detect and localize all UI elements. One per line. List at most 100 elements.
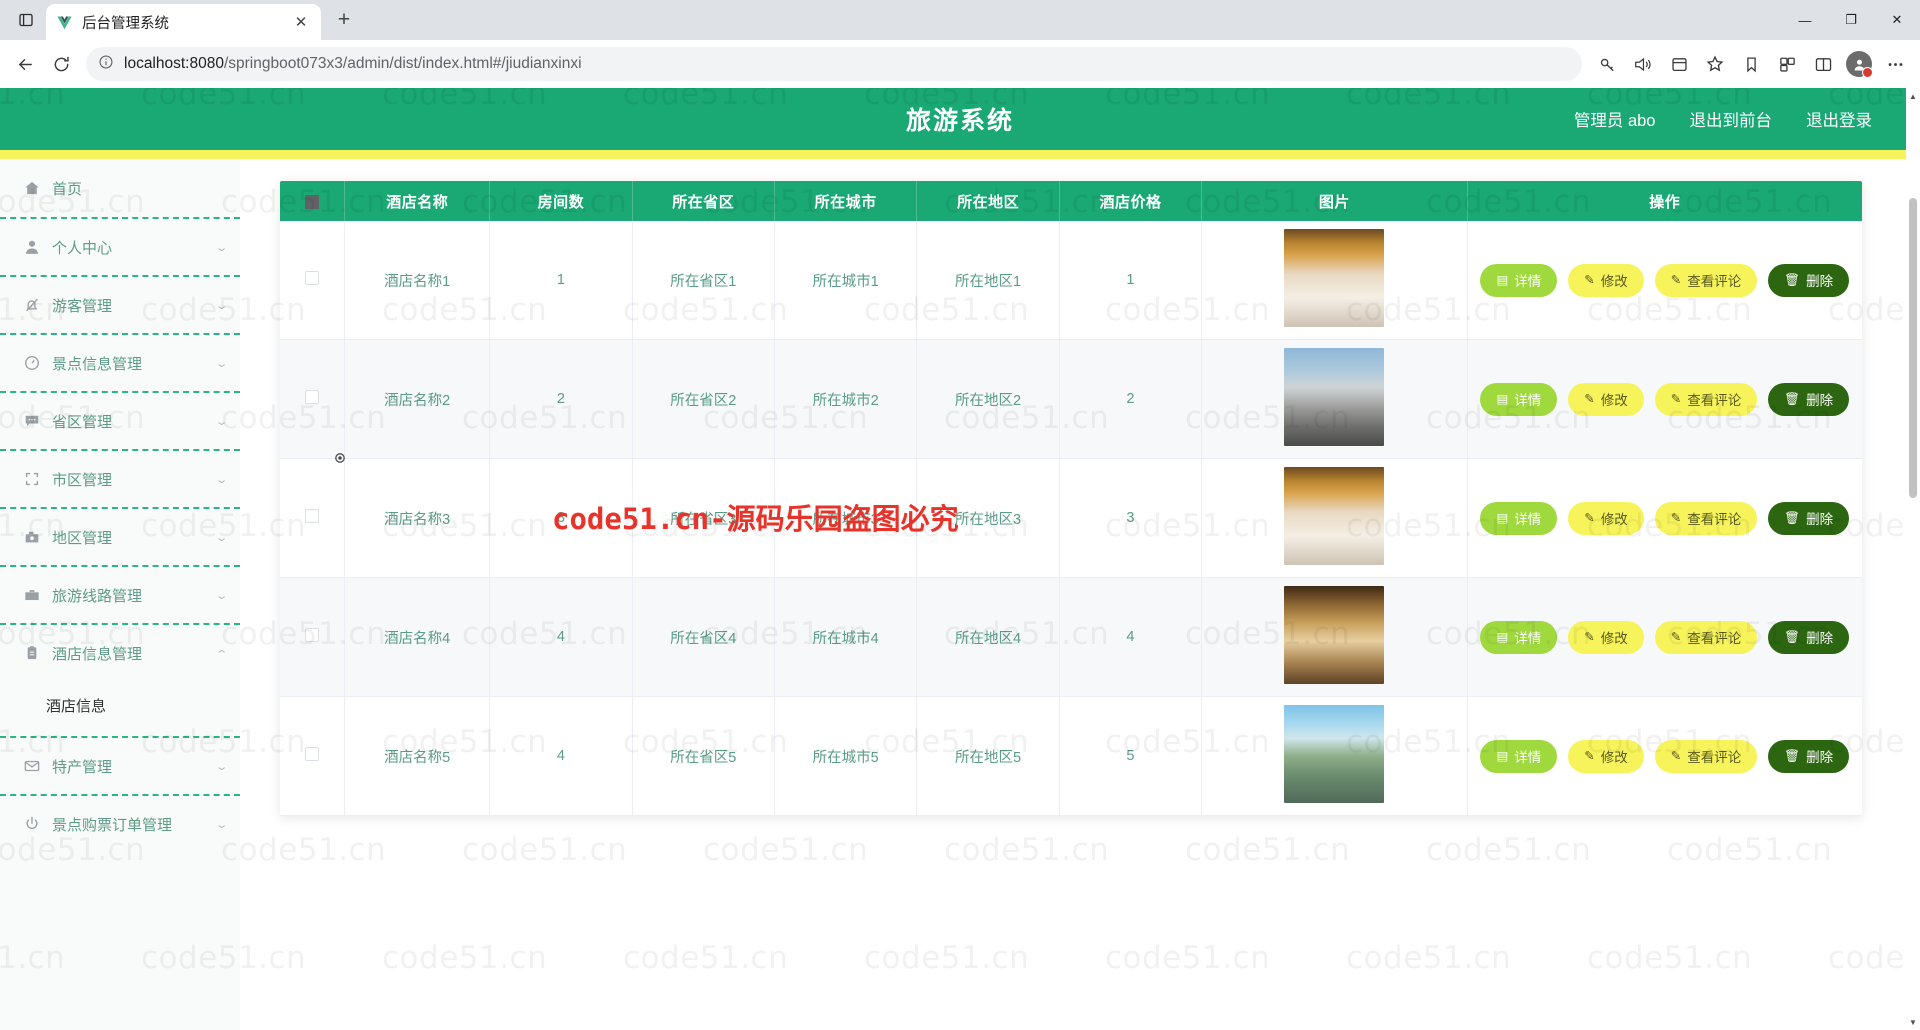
sidebar-item-ticket-orders[interactable]: 景点购票订单管理 ⌄ — [0, 794, 240, 852]
comment-button[interactable]: ✎ 查看评论 — [1654, 620, 1758, 654]
detail-label: 详情 — [1514, 512, 1542, 527]
chevron-down-icon: ⌄ — [214, 473, 229, 486]
edit-button[interactable]: ✎ 修改 — [1568, 620, 1644, 654]
edit-button[interactable]: ✎ 修改 — [1568, 739, 1644, 773]
read-aloud-icon[interactable] — [1626, 47, 1660, 81]
row-cell-province: 所在省区2 — [632, 339, 775, 459]
delete-button[interactable]: 🗑 删除 — [1768, 263, 1850, 297]
row-cell-district: 所在地区1 — [916, 221, 1060, 340]
detail-button[interactable]: ▤ 详情 — [1480, 382, 1558, 416]
sidebar-subitem-hotel-info[interactable]: 酒店信息 — [46, 695, 240, 716]
delete-button[interactable]: 🗑 删除 — [1768, 501, 1850, 535]
reload-icon[interactable] — [44, 47, 78, 81]
header-logout[interactable]: 退出登录 — [1806, 107, 1872, 131]
sidebar-label-profile: 个人中心 — [52, 239, 113, 257]
sidebar-item-province[interactable]: 省区管理 ⌄ — [0, 391, 240, 449]
hotel-thumbnail-hotel-room-wood-ceiling[interactable] — [1284, 229, 1385, 327]
address-bar[interactable]: localhost:8080/springboot073x3/admin/dis… — [86, 47, 1582, 81]
edit-button[interactable]: ✎ 修改 — [1568, 501, 1644, 535]
key-icon[interactable] — [1590, 47, 1624, 81]
row-select-cell[interactable] — [280, 458, 346, 578]
profile-avatar-icon[interactable] — [1842, 47, 1876, 81]
maximize-icon[interactable]: ❐ — [1828, 0, 1874, 40]
hotel-thumbnail-hotel-building-exterior[interactable] — [1284, 348, 1385, 446]
settings-more-icon[interactable] — [1878, 47, 1912, 81]
new-tab-button[interactable]: + — [327, 3, 361, 37]
row-cell-city: 所在城市1 — [774, 221, 918, 340]
pencil-icon: ✎ — [1670, 629, 1682, 644]
favorite-star-icon[interactable] — [1698, 47, 1732, 81]
row-checkbox[interactable] — [305, 271, 320, 285]
sidebar-item-routes[interactable]: 旅游线路管理 ⌄ — [0, 565, 240, 623]
browser-tab[interactable]: 后台管理系统 ✕ — [46, 4, 321, 40]
col-header-province: 所在省区 — [632, 181, 775, 221]
sidebar-item-city[interactable]: 市区管理 ⌄ — [0, 449, 240, 507]
page-scrollbar[interactable]: ▲ ▼ — [1906, 88, 1920, 1030]
info-circle-icon[interactable] — [98, 54, 114, 75]
row-checkbox[interactable] — [305, 747, 320, 761]
row-select-cell[interactable] — [280, 696, 346, 816]
document-icon: ▤ — [1496, 748, 1509, 763]
delete-button[interactable]: 🗑 删除 — [1768, 620, 1850, 654]
row-cell-district: 所在地区2 — [916, 339, 1060, 459]
briefcase-icon — [22, 586, 41, 605]
detail-button[interactable]: ▤ 详情 — [1480, 620, 1558, 654]
browser-essentials-icon[interactable] — [1770, 47, 1804, 81]
detail-button[interactable]: ▤ 详情 — [1480, 263, 1558, 297]
row-action-group: ▤ 详情 ✎ 修改 ✎ 查看评论 🗑 删除 — [1472, 498, 1858, 539]
mail-icon — [22, 757, 41, 776]
scroll-up-icon[interactable]: ▲ — [1906, 88, 1920, 104]
scroll-down-icon[interactable]: ▼ — [1906, 1014, 1920, 1030]
row-select-cell[interactable] — [280, 577, 346, 697]
sidebar-item-specialty[interactable]: 特产管理 ⌄ — [0, 736, 240, 794]
row-checkbox[interactable] — [305, 509, 320, 523]
document-icon: ▤ — [1496, 510, 1509, 525]
delete-button[interactable]: 🗑 删除 — [1768, 382, 1850, 416]
minimize-icon[interactable]: — — [1782, 0, 1828, 40]
row-cell-province: 所在省区1 — [632, 221, 775, 340]
comment-button[interactable]: ✎ 查看评论 — [1654, 501, 1758, 535]
comment-button[interactable]: ✎ 查看评论 — [1654, 263, 1758, 297]
scrollbar-thumb[interactable] — [1909, 198, 1917, 498]
chevron-down-icon: ⌄ — [214, 299, 229, 312]
sidebar-item-tourists[interactable]: 游客管理 ⌄ — [0, 275, 240, 333]
tab-search-icon[interactable] — [6, 3, 46, 37]
header-admin-name[interactable]: 管理员 abo — [1574, 107, 1656, 131]
row-select-cell[interactable] — [280, 339, 346, 459]
sidebar-item-home[interactable]: 首页 — [0, 159, 240, 217]
edit-button[interactable]: ✎ 修改 — [1568, 382, 1644, 416]
split-screen-icon[interactable] — [1806, 47, 1840, 81]
back-arrow-icon[interactable] — [8, 47, 42, 81]
comment-label: 查看评论 — [1687, 631, 1742, 646]
pencil-icon: ✎ — [1584, 391, 1595, 406]
delete-button[interactable]: 🗑 删除 — [1768, 739, 1850, 773]
hotel-thumbnail-hotel-room-wood-ceiling[interactable] — [1284, 467, 1385, 565]
detail-button[interactable]: ▤ 详情 — [1480, 739, 1558, 773]
row-checkbox[interactable] — [305, 628, 320, 642]
header-exit-to-frontend[interactable]: 退出到前台 — [1690, 107, 1773, 131]
row-select-cell[interactable] — [280, 221, 346, 340]
chevron-down-icon: ⌄ — [214, 531, 229, 544]
close-icon[interactable]: ✕ — [291, 15, 311, 30]
user-icon — [22, 238, 41, 257]
pencil-icon: ✎ — [1670, 748, 1682, 763]
favorites-bar-icon[interactable] — [1734, 47, 1768, 81]
comment-button[interactable]: ✎ 查看评论 — [1654, 382, 1758, 416]
edit-button[interactable]: ✎ 修改 — [1568, 263, 1644, 297]
detail-label: 详情 — [1514, 393, 1542, 408]
comment-button[interactable]: ✎ 查看评论 — [1654, 739, 1758, 773]
hotel-thumbnail-hotel-resort-seaside[interactable] — [1284, 705, 1385, 803]
sidebar-item-attractions[interactable]: 景点信息管理 ⌄ — [0, 333, 240, 391]
collections-icon[interactable] — [1662, 47, 1696, 81]
hotel-thumbnail-hotel-banquet-hall[interactable] — [1284, 586, 1385, 684]
detail-button[interactable]: ▤ 详情 — [1480, 501, 1558, 535]
sidebar-item-district[interactable]: 地区管理 ⌄ — [0, 507, 240, 565]
sidebar-item-profile[interactable]: 个人中心 ⌄ — [0, 217, 240, 275]
sidebar-item-hotel-info-mgmt[interactable]: 酒店信息管理 ⌄ — [0, 623, 240, 681]
window-close-icon[interactable]: ✕ — [1874, 0, 1920, 40]
row-checkbox[interactable] — [305, 390, 320, 404]
select-all-header[interactable] — [280, 181, 346, 221]
trash-icon: 🗑 — [1784, 748, 1801, 763]
select-all-checkbox[interactable] — [305, 194, 320, 209]
sidebar-label-attractions: 景点信息管理 — [52, 355, 143, 373]
